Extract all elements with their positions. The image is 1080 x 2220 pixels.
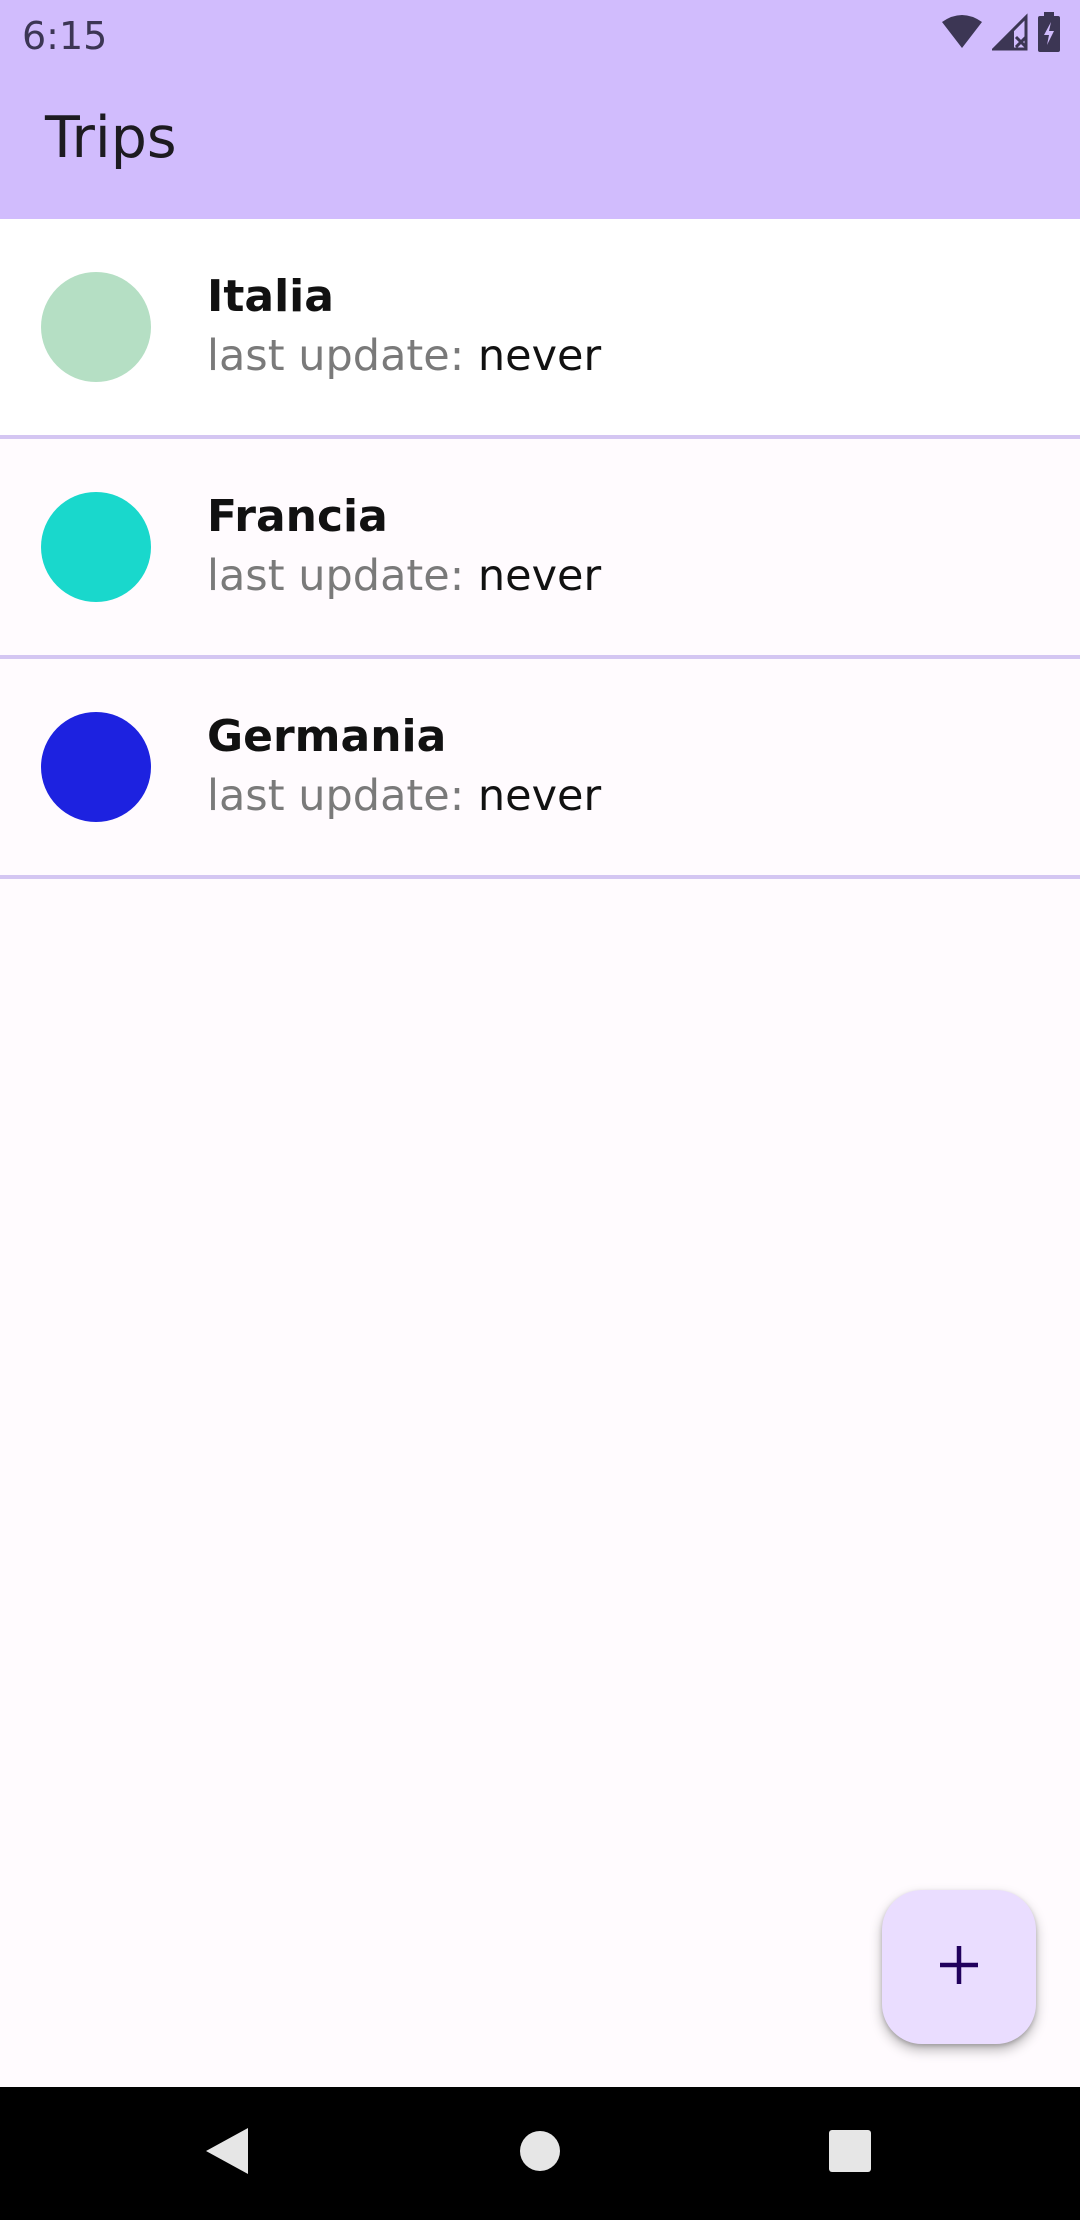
trip-row-italia[interactable]: Italia last update: never bbox=[0, 219, 1080, 439]
recents-icon bbox=[829, 2130, 871, 2177]
page-title: Trips bbox=[45, 105, 177, 171]
trip-last-update: last update: never bbox=[207, 551, 601, 601]
trip-color-avatar bbox=[41, 492, 151, 602]
trip-last-update: last update: never bbox=[207, 331, 601, 381]
last-update-value: never bbox=[477, 771, 602, 821]
trip-name: Germania bbox=[207, 711, 447, 762]
recents-button[interactable] bbox=[780, 2087, 920, 2220]
status-icons bbox=[940, 11, 1060, 57]
last-update-label: last update: bbox=[207, 331, 465, 381]
last-update-label: last update: bbox=[207, 551, 465, 601]
status-time: 6:15 bbox=[22, 14, 108, 58]
trip-name: Italia bbox=[207, 271, 334, 322]
back-icon bbox=[204, 2126, 250, 2181]
add-trip-button[interactable] bbox=[882, 1890, 1036, 2044]
back-button[interactable] bbox=[157, 2087, 297, 2220]
last-update-value: never bbox=[477, 551, 602, 601]
trip-list: Italia last update: never Francia last u… bbox=[0, 219, 1080, 879]
home-button[interactable] bbox=[470, 2087, 610, 2220]
system-nav-bar bbox=[0, 2087, 1080, 2220]
cell-signal-icon bbox=[990, 12, 1030, 56]
wifi-icon bbox=[940, 14, 984, 55]
screen: 6:15 Trips Italia last update: never Fra… bbox=[0, 0, 1080, 2220]
last-update-label: last update: bbox=[207, 771, 465, 821]
trip-row-francia[interactable]: Francia last update: never bbox=[0, 439, 1080, 659]
trip-row-germania[interactable]: Germania last update: never bbox=[0, 659, 1080, 879]
trip-name: Francia bbox=[207, 491, 388, 542]
trip-last-update: last update: never bbox=[207, 771, 601, 821]
home-icon bbox=[519, 2130, 561, 2177]
last-update-value: never bbox=[477, 331, 602, 381]
plus-icon bbox=[937, 1943, 981, 1992]
battery-charging-icon bbox=[1038, 11, 1060, 57]
trip-color-avatar bbox=[41, 712, 151, 822]
top-app-bar: 6:15 Trips bbox=[0, 0, 1080, 219]
trip-color-avatar bbox=[41, 272, 151, 382]
